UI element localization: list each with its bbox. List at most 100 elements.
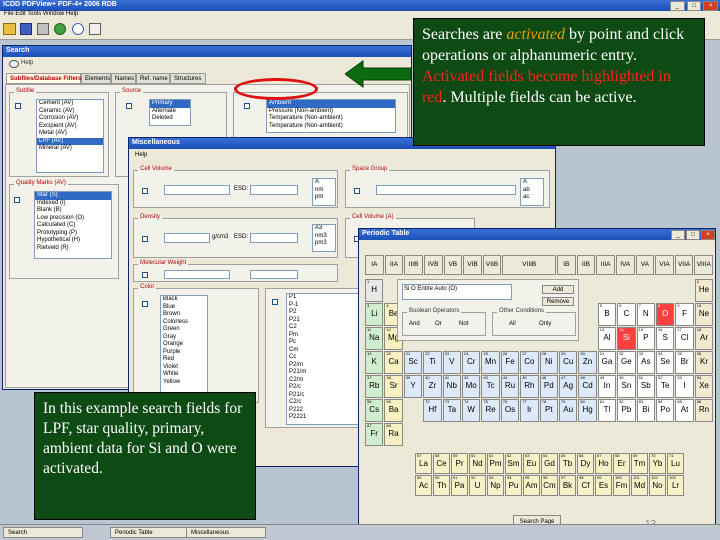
list-item[interactable]: Deleted <box>150 115 190 123</box>
element-La[interactable]: 57 La <box>415 453 432 474</box>
list-item-selected[interactable]: Star (S) <box>35 192 111 200</box>
boolean-or[interactable]: Or <box>435 321 442 327</box>
element-Ni[interactable]: 28 Ni <box>539 351 558 374</box>
list-item[interactable]: Green <box>161 326 207 334</box>
list-item[interactable]: Alternate <box>150 108 190 116</box>
misc-window-menu[interactable]: Help <box>135 152 147 158</box>
group-header-0[interactable]: IA <box>365 255 384 275</box>
periodic-maximize-button[interactable]: □ <box>686 230 700 240</box>
density-units[interactable]: Å3 nm3 pm3 <box>312 224 336 252</box>
molecular-weight-input[interactable] <box>164 270 230 279</box>
print-icon[interactable] <box>37 23 49 35</box>
element-Ra[interactable]: 88 Ra <box>384 423 403 446</box>
list-item[interactable]: ab <box>521 187 543 195</box>
list-item[interactable]: Prototyping (P) <box>35 230 111 238</box>
element-Os[interactable]: 76 Os <box>500 399 520 422</box>
molecular-weight-checkbox[interactable] <box>142 272 148 278</box>
element-Cr[interactable]: 24 Cr <box>462 351 481 374</box>
tab-ref-name[interactable]: Ref. name <box>136 73 170 84</box>
list-item[interactable]: White <box>161 371 207 379</box>
group-header-14[interactable]: VIIA <box>674 255 694 275</box>
list-item[interactable]: Blue <box>161 304 207 312</box>
list-item[interactable]: P222 <box>287 407 361 415</box>
status-list[interactable]: Primary Alternate Deleted <box>149 99 191 126</box>
element-B[interactable]: 5B <box>597 303 617 326</box>
element-Sr[interactable]: 38 Sr <box>384 375 403 398</box>
element-Fr[interactable]: 87 Fr <box>365 423 384 446</box>
list-item[interactable]: Å <box>313 179 335 187</box>
group-header-3[interactable]: IVB <box>423 255 443 275</box>
settings-icon[interactable] <box>54 23 66 35</box>
quality-list[interactable]: Star (S) Indexed (I) Blank (B) Low preci… <box>34 191 112 259</box>
cell-volume-input[interactable] <box>164 185 230 195</box>
space-group-checkbox[interactable] <box>354 188 360 194</box>
element-Cu[interactable]: 29 Cu <box>559 351 578 374</box>
element-Hf[interactable]: 72 Hf <box>423 399 442 422</box>
element-Ba[interactable]: 56 Ba <box>384 399 403 422</box>
element-Ne[interactable]: 10 Ne <box>694 303 714 326</box>
element-V[interactable]: 23 V <box>442 351 461 374</box>
list-item[interactable]: P2 <box>287 309 361 317</box>
element-Li[interactable]: 3 Li <box>365 303 384 326</box>
element-U[interactable]: 92 U <box>469 475 486 496</box>
plot-icon[interactable] <box>89 23 101 35</box>
element-Al[interactable]: 13 Al <box>597 327 617 350</box>
conditions-list[interactable]: Ambient Pressure (Non-ambient) Temperatu… <box>266 99 396 133</box>
tab-structures[interactable]: Structures <box>170 73 206 84</box>
space-group-units[interactable]: Å ab ac <box>520 178 544 206</box>
element-Ce[interactable]: 58 Ce <box>433 453 450 474</box>
element-Pb[interactable]: 82 Pb <box>617 399 636 422</box>
group-header-10[interactable]: IIIA <box>596 255 615 275</box>
color-checkbox[interactable] <box>142 301 148 307</box>
group-header-1[interactable]: IIA <box>384 255 404 275</box>
element-Pa[interactable]: 91 Pa <box>451 475 468 496</box>
list-item[interactable]: Brown <box>161 311 207 319</box>
group-header-4[interactable]: VB <box>443 255 463 275</box>
add-button[interactable]: Add <box>542 285 574 294</box>
group-header-13[interactable]: VIA <box>655 255 674 275</box>
list-item[interactable]: Cc <box>287 354 361 362</box>
element-Ag[interactable]: 47 Ag <box>559 375 578 398</box>
element-Rh[interactable]: 45 Rh <box>520 375 539 398</box>
cell-volume-units[interactable]: Å nm pm <box>312 178 336 206</box>
list-item[interactable]: Orange <box>161 341 207 349</box>
taskbar-search[interactable]: Search <box>3 527 83 538</box>
list-item[interactable]: Colorless <box>161 319 207 327</box>
list-item[interactable]: Å3 <box>313 225 335 233</box>
element-Tb[interactable]: 65 Tb <box>559 453 576 474</box>
list-item[interactable]: Red <box>161 356 207 364</box>
element-As[interactable]: 33 As <box>636 351 655 374</box>
list-item[interactable]: P2/c <box>287 384 361 392</box>
element-Bi[interactable]: 83 Bi <box>636 399 655 422</box>
cell-volume-esd-input[interactable] <box>250 185 298 195</box>
list-item[interactable]: Temperature (Non-ambient) <box>267 115 395 123</box>
element-C[interactable]: 6C <box>617 303 636 326</box>
list-item[interactable]: Rietveld (R) <box>35 245 111 253</box>
element-Cd[interactable]: 48 Cd <box>578 375 597 398</box>
element-Rb[interactable]: 37 Rb <box>365 375 384 398</box>
list-item[interactable]: Violet <box>161 364 207 372</box>
space-group-list-checkbox[interactable] <box>272 299 278 305</box>
list-item[interactable]: Metal (AV) <box>37 130 103 138</box>
list-item[interactable]: Pc <box>287 339 361 347</box>
periodic-close-button[interactable]: × <box>701 230 715 240</box>
element-Pr[interactable]: 59 Pr <box>451 453 468 474</box>
list-item[interactable]: Pressure (Non-ambient) <box>267 108 395 116</box>
group-header-6[interactable]: VIIB <box>482 255 502 275</box>
element-S[interactable]: 16 S <box>656 327 675 350</box>
element-Mo[interactable]: 42 Mo <box>462 375 481 398</box>
element-Zr[interactable]: 40 Zr <box>423 375 442 398</box>
element-Zn[interactable]: 30 Zn <box>578 351 597 374</box>
element-Si[interactable]: 14 Si <box>617 327 636 350</box>
element-Pd[interactable]: 46 Pd <box>539 375 558 398</box>
app-menu-text[interactable]: File Edit Tools Window Help <box>4 11 78 17</box>
list-item[interactable]: Gray <box>161 334 207 342</box>
source-checkbox[interactable] <box>126 103 132 109</box>
element-Na[interactable]: 11 Na <box>365 327 384 350</box>
density-checkbox[interactable] <box>142 236 148 242</box>
element-Rn[interactable]: 86 Rn <box>694 399 714 422</box>
element-Se[interactable]: 34 Se <box>656 351 675 374</box>
group-header-15[interactable]: VIIIA <box>694 255 714 275</box>
element-Nb[interactable]: 41 Nb <box>442 375 461 398</box>
list-item[interactable]: Hypothetical (H) <box>35 237 111 245</box>
